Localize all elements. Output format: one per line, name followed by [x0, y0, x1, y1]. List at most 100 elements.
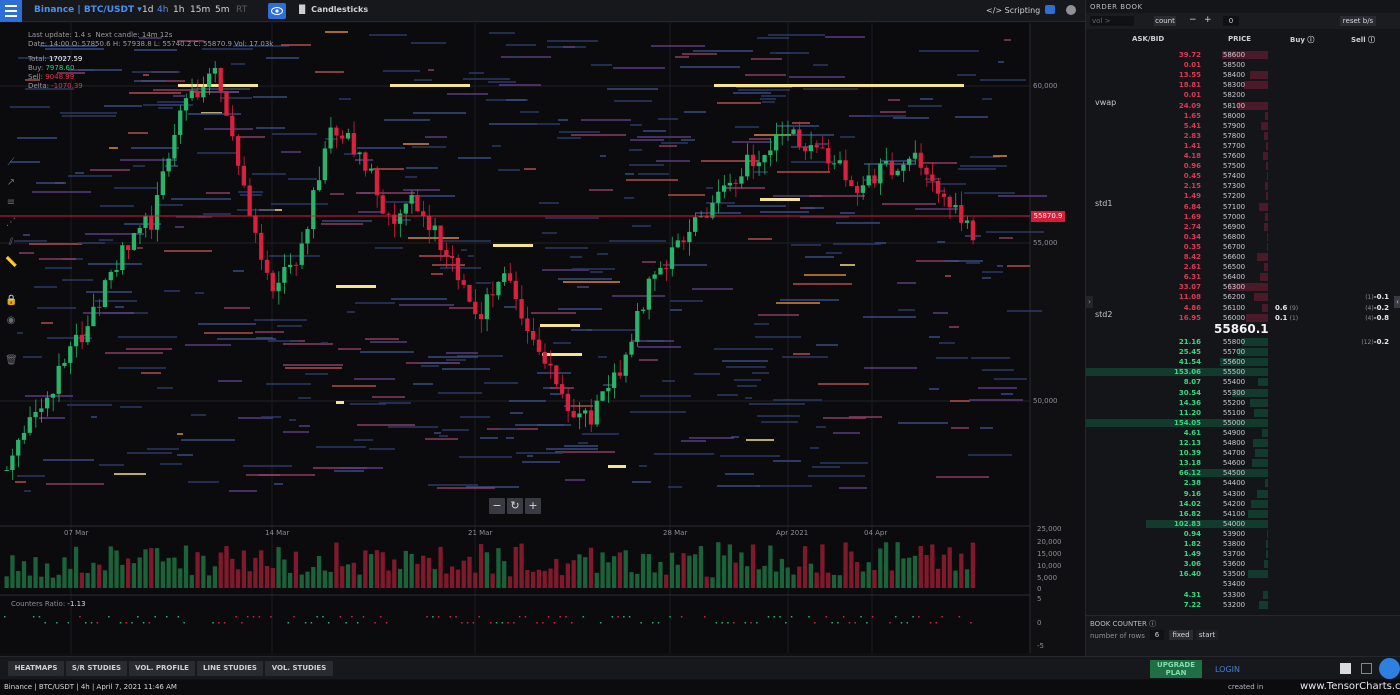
ask-row[interactable]: 5.41 57900: [1086, 121, 1400, 131]
ray-tool-icon[interactable]: ↗: [5, 177, 17, 189]
timeframe-rt[interactable]: RT: [236, 5, 247, 15]
bid-row[interactable]: 2.38 54400: [1086, 478, 1400, 488]
trash-icon[interactable]: 🗑: [5, 355, 18, 367]
bid-row[interactable]: 30.54 55300: [1086, 388, 1400, 398]
bid-row[interactable]: 21.16 55800 (12)-0.2: [1086, 337, 1400, 347]
tab-vol-studies[interactable]: VOL. STUDIES: [265, 661, 333, 676]
bid-row[interactable]: 41.54 55600: [1086, 357, 1400, 367]
ask-row[interactable]: 2.74 56900: [1086, 222, 1400, 232]
ask-row[interactable]: 8.42 56600: [1086, 252, 1400, 262]
ask-row[interactable]: 2.83 57800: [1086, 131, 1400, 141]
bid-row[interactable]: 16.82 54100: [1086, 509, 1400, 519]
visibility-eye-icon[interactable]: ◉: [5, 315, 17, 327]
ask-row[interactable]: 13.55 58400: [1086, 70, 1400, 80]
timeframe-4h[interactable]: 4h: [157, 5, 168, 15]
bid-row[interactable]: 11.20 55100: [1086, 408, 1400, 418]
tab-sr-studies[interactable]: S/R STUDIES: [66, 661, 127, 676]
ask-row[interactable]: 4.86 56100 0.6 (9) (4)-0.2: [1086, 303, 1400, 313]
login-link[interactable]: LOGIN: [1215, 665, 1240, 674]
timeframe-1d[interactable]: 1d: [142, 5, 153, 15]
heatmap-candle-chart[interactable]: [0, 23, 1085, 653]
zoom-reset-button[interactable]: ↻: [507, 498, 523, 514]
bid-row[interactable]: 4.61 54900: [1086, 428, 1400, 438]
lock-icon[interactable]: 🔒: [5, 295, 17, 307]
bid-row[interactable]: 153.06 55500: [1086, 367, 1400, 377]
bid-row[interactable]: 4.31 53300: [1086, 590, 1400, 600]
ask-row[interactable]: 0.01 58500: [1086, 60, 1400, 70]
chevron-right-icon[interactable]: ›: [1086, 296, 1093, 308]
step-minus-button[interactable]: −: [1189, 15, 1197, 25]
chat-icon[interactable]: [1379, 658, 1400, 679]
bid-row[interactable]: 7.22 53200: [1086, 600, 1400, 610]
light-theme-toggle[interactable]: [1340, 663, 1351, 674]
ask-row[interactable]: 0.45 57400: [1086, 171, 1400, 181]
step-plus-button[interactable]: +: [1204, 15, 1212, 25]
count-button[interactable]: count: [1154, 16, 1176, 26]
reset-buy-sell-button[interactable]: reset b/s: [1340, 16, 1376, 26]
bid-row[interactable]: 16.40 53500: [1086, 569, 1400, 579]
ask-row[interactable]: 1.49 57200: [1086, 191, 1400, 201]
bid-row[interactable]: 12.13 54800: [1086, 438, 1400, 448]
bid-row[interactable]: 154.05 55000: [1086, 418, 1400, 428]
candlesticks-button[interactable]: ▐▌ Candlesticks: [296, 5, 368, 14]
brand-link[interactable]: www.TensorCharts.com: [1300, 681, 1400, 692]
fib-tool-icon[interactable]: ⋰: [5, 217, 17, 229]
ask-row[interactable]: 11.08 56200 (1)-0.1: [1086, 292, 1400, 302]
tab-vol-profile[interactable]: VOL. PROFILE: [129, 661, 195, 676]
bid-row[interactable]: 53400: [1086, 579, 1400, 589]
zoom-in-button[interactable]: +: [525, 498, 541, 514]
chart-area[interactable]: Last update: 1.4 s Next candle: 14m 12s …: [0, 23, 1085, 653]
ask-row[interactable]: 0.34 56800: [1086, 232, 1400, 242]
line-tool-icon[interactable]: ⟋: [5, 157, 17, 169]
bid-row[interactable]: 14.02 54200: [1086, 499, 1400, 509]
bid-row[interactable]: 3.06 53600: [1086, 559, 1400, 569]
ruler-icon[interactable]: 📏: [5, 257, 17, 269]
bid-row[interactable]: 14.36 55200: [1086, 398, 1400, 408]
gear-icon[interactable]: [1066, 5, 1076, 15]
ask-row[interactable]: 6.84 57100: [1086, 202, 1400, 212]
ask-row[interactable]: 1.65 58000: [1086, 111, 1400, 121]
fixed-button[interactable]: fixed: [1169, 630, 1193, 640]
tab-line-studies[interactable]: LINE STUDIES: [197, 661, 263, 676]
bid-row[interactable]: 0.94 53900: [1086, 529, 1400, 539]
ask-row[interactable]: 18.81 58300: [1086, 80, 1400, 90]
timeframe-1h[interactable]: 1h: [173, 5, 184, 15]
ask-row[interactable]: 24.09 58100: [1086, 101, 1400, 111]
horizontal-lines-icon[interactable]: ≡: [5, 197, 17, 209]
ask-row[interactable]: 4.18 57600: [1086, 151, 1400, 161]
bid-row[interactable]: 1.49 53700: [1086, 549, 1400, 559]
scripting-button[interactable]: </> Scripting: [986, 6, 1040, 15]
ask-row[interactable]: 1.41 57700: [1086, 141, 1400, 151]
timeframe-15m[interactable]: 15m: [190, 5, 210, 15]
ask-row[interactable]: 0.01 58200: [1086, 90, 1400, 100]
ask-row[interactable]: 0.96 57500: [1086, 161, 1400, 171]
bid-row[interactable]: 1.82 53800: [1086, 539, 1400, 549]
ask-row[interactable]: 2.15 57300: [1086, 181, 1400, 191]
bid-row[interactable]: 8.07 55400: [1086, 377, 1400, 387]
tab-heatmaps[interactable]: HEATMAPS: [8, 661, 64, 676]
market-select[interactable]: Binance | BTC/USDT ▾: [34, 5, 142, 15]
ask-row[interactable]: 1.69 57000: [1086, 212, 1400, 222]
dark-theme-toggle[interactable]: [1361, 663, 1372, 674]
volume-filter-input[interactable]: vol >: [1090, 16, 1134, 26]
chevron-left-icon[interactable]: ‹: [1394, 296, 1400, 308]
bid-row[interactable]: 9.16 54300: [1086, 489, 1400, 499]
start-button[interactable]: start: [1196, 630, 1218, 640]
rows-input[interactable]: 6: [1150, 630, 1164, 640]
step-input[interactable]: 0: [1223, 16, 1239, 26]
bid-row[interactable]: 102.83 54000: [1086, 519, 1400, 529]
zoom-out-button[interactable]: −: [489, 498, 505, 514]
bid-row[interactable]: 10.39 54700: [1086, 448, 1400, 458]
channel-tool-icon[interactable]: ⫽: [5, 237, 17, 249]
ask-row[interactable]: 39.72 58600: [1086, 50, 1400, 60]
camera-icon[interactable]: [1045, 5, 1055, 14]
bid-row[interactable]: 25.45 55700: [1086, 347, 1400, 357]
menu-icon[interactable]: [0, 0, 22, 22]
ask-row[interactable]: 6.31 56400: [1086, 272, 1400, 282]
ask-row[interactable]: 33.07 56300: [1086, 282, 1400, 292]
eye-icon[interactable]: [268, 3, 286, 19]
bid-row[interactable]: 66.12 54500: [1086, 468, 1400, 478]
timeframe-5m[interactable]: 5m: [215, 5, 230, 15]
bid-row[interactable]: 13.18 54600: [1086, 458, 1400, 468]
ask-row[interactable]: 2.61 56500: [1086, 262, 1400, 272]
